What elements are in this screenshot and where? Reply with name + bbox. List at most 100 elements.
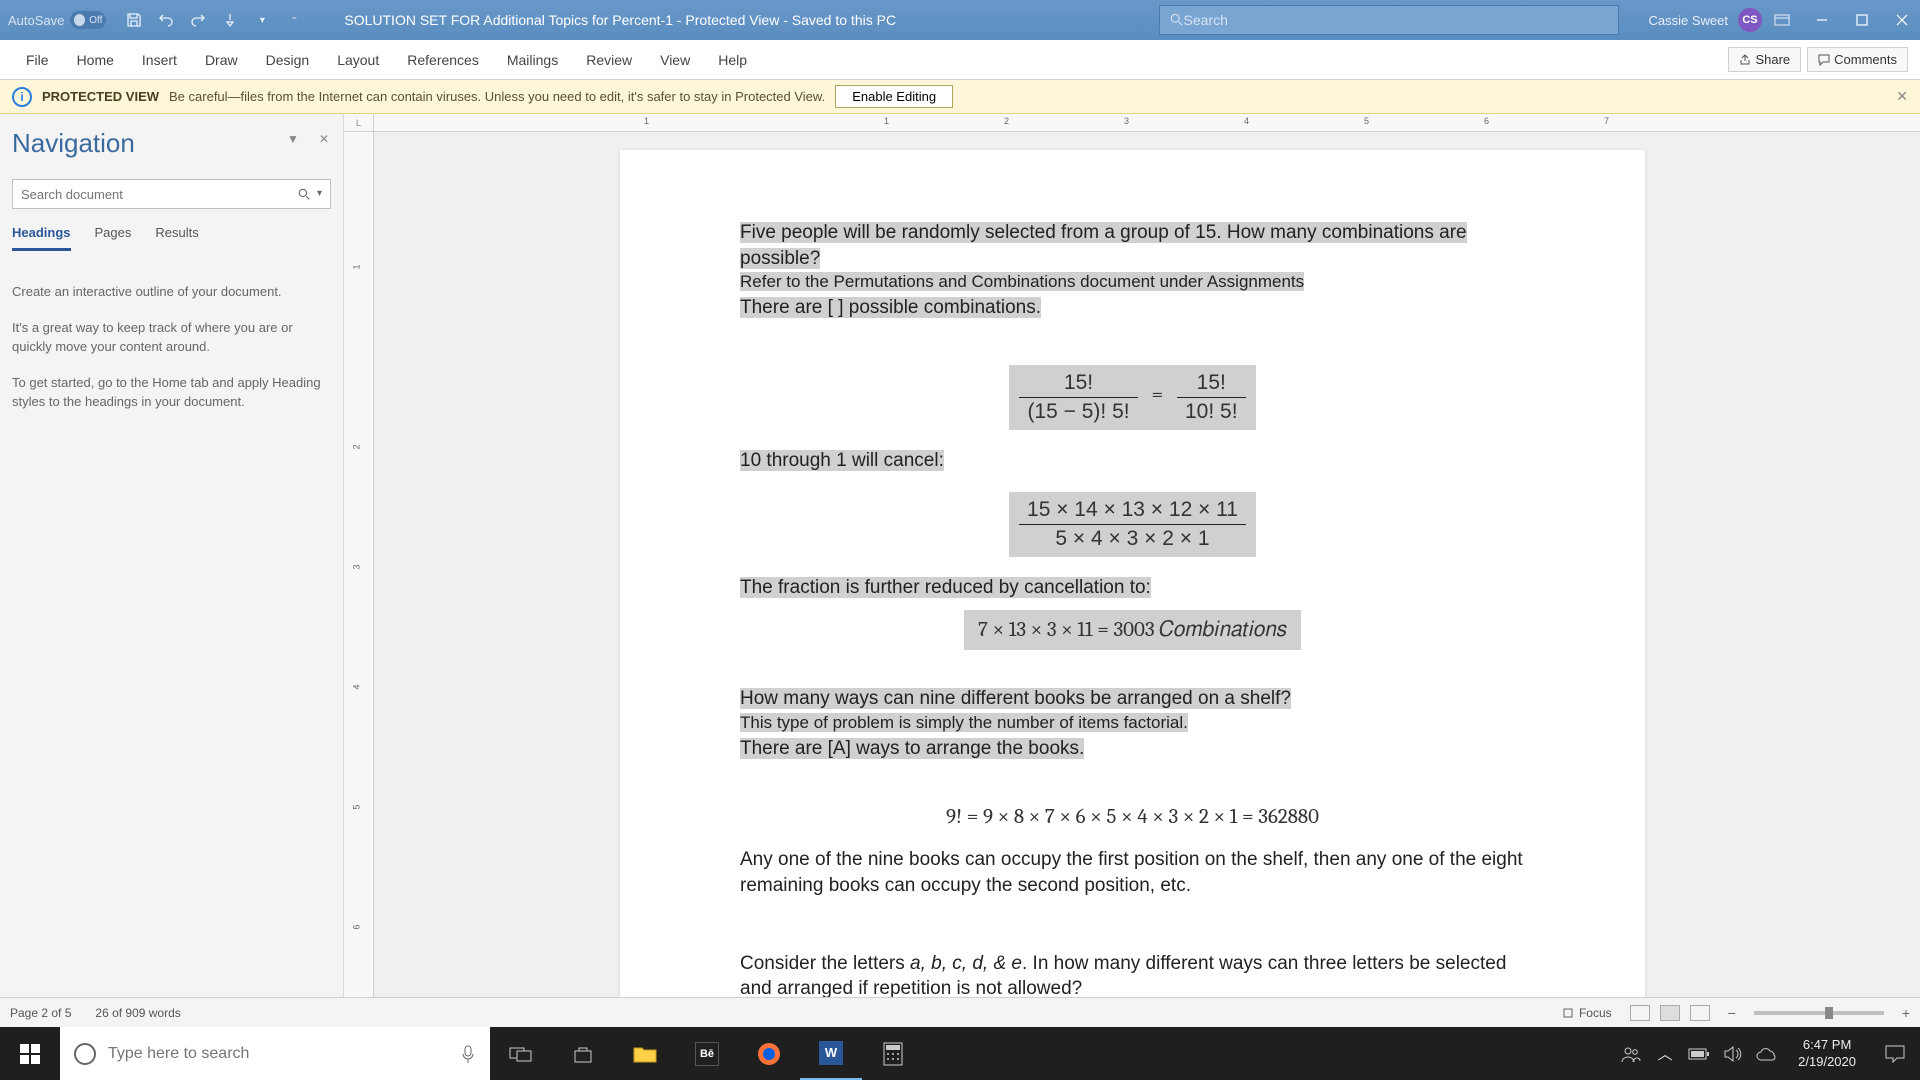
search-box[interactable] xyxy=(1159,5,1619,35)
title-bar: AutoSave Off ▾ ⁼ SOLUTION SET FOR Additi… xyxy=(0,0,1920,40)
nav-search-input[interactable] xyxy=(21,187,298,202)
taskbar-apps: Bē W xyxy=(490,1027,924,1080)
tab-draw[interactable]: Draw xyxy=(191,40,252,79)
user-name: Cassie Sweet xyxy=(1649,13,1728,28)
web-layout-icon[interactable] xyxy=(1690,1005,1710,1021)
share-button[interactable]: Share xyxy=(1728,47,1801,72)
cortana-icon[interactable] xyxy=(74,1043,96,1065)
autosave-label: AutoSave xyxy=(8,13,64,28)
protected-view-bar: i PROTECTED VIEW Be careful—files from t… xyxy=(0,80,1920,114)
tab-help[interactable]: Help xyxy=(704,40,761,79)
nav-close-icon[interactable]: ✕ xyxy=(319,132,329,146)
taskbar-search[interactable] xyxy=(60,1027,490,1080)
ruler-vtick: 4 xyxy=(352,684,362,689)
nav-tab-results[interactable]: Results xyxy=(155,225,198,251)
page-indicator[interactable]: Page 2 of 5 xyxy=(10,1006,71,1020)
protected-view-label: PROTECTED VIEW xyxy=(42,89,159,104)
search-input[interactable] xyxy=(1184,12,1608,28)
vertical-ruler[interactable]: 1 2 3 4 5 6 xyxy=(344,132,374,997)
notifications-icon[interactable] xyxy=(1870,1027,1920,1080)
focus-mode-button[interactable]: Focus xyxy=(1561,1006,1612,1020)
ribbon-display-icon[interactable] xyxy=(1772,10,1792,30)
explorer-icon[interactable] xyxy=(614,1027,676,1080)
nav-info-line: Create an interactive outline of your do… xyxy=(12,282,331,302)
nav-tab-headings[interactable]: Headings xyxy=(12,225,71,251)
word-count[interactable]: 26 of 909 words xyxy=(95,1006,180,1020)
user-avatar[interactable]: CS xyxy=(1738,8,1762,32)
share-label: Share xyxy=(1755,52,1790,67)
date: 2/19/2020 xyxy=(1798,1054,1856,1071)
onedrive-icon[interactable] xyxy=(1750,1027,1784,1080)
save-icon[interactable] xyxy=(124,10,144,30)
tab-view[interactable]: View xyxy=(646,40,704,79)
tab-home[interactable]: Home xyxy=(63,40,128,79)
doc-text: The fraction is further reduced by cance… xyxy=(740,577,1151,598)
volume-icon[interactable] xyxy=(1716,1027,1750,1080)
nav-tab-pages[interactable]: Pages xyxy=(95,225,132,251)
toggle-state: Off xyxy=(89,15,102,26)
nav-search-icon[interactable] xyxy=(298,188,311,201)
read-mode-icon[interactable] xyxy=(1630,1005,1650,1021)
nav-dropdown-icon[interactable]: ▼ xyxy=(287,132,299,146)
tab-insert[interactable]: Insert xyxy=(128,40,191,79)
ribbon-tabs: File Home Insert Draw Design Layout Refe… xyxy=(0,40,1920,80)
firefox-icon[interactable] xyxy=(738,1027,800,1080)
undo-icon[interactable] xyxy=(156,10,176,30)
task-view-icon[interactable] xyxy=(490,1027,552,1080)
fraction: 15 × 14 × 13 × 12 × 11 5 × 4 × 3 × 2 × 1 xyxy=(1019,498,1246,551)
close-protected-bar-icon[interactable]: ✕ xyxy=(1896,88,1908,105)
behance-icon[interactable]: Bē xyxy=(676,1027,738,1080)
doc-text: Refer to the Permutations and Combinatio… xyxy=(740,272,1304,291)
battery-icon[interactable] xyxy=(1682,1027,1716,1080)
minimize-icon[interactable] xyxy=(1812,10,1832,30)
enable-editing-button[interactable]: Enable Editing xyxy=(835,85,953,108)
tab-file[interactable]: File xyxy=(12,40,63,79)
touch-mode-icon[interactable] xyxy=(220,10,240,30)
nav-search-dropdown-icon[interactable]: ▾ xyxy=(317,188,322,201)
doc-text: 10 through 1 will cancel: xyxy=(740,450,944,471)
toggle-switch[interactable]: Off xyxy=(70,11,106,29)
equation: 9! = 9 × 8 × 7 × 6 × 5 × 4 × 3 × 2 × 1 =… xyxy=(946,805,1319,829)
horizontal-ruler[interactable]: 1 1 2 3 4 5 6 7 xyxy=(374,114,1920,132)
tab-design[interactable]: Design xyxy=(252,40,324,79)
print-layout-icon[interactable] xyxy=(1660,1005,1680,1021)
tab-layout[interactable]: Layout xyxy=(323,40,393,79)
page-scroll[interactable]: Five people will be randomly selected fr… xyxy=(344,132,1920,997)
tray-chevron-icon[interactable]: ︿ xyxy=(1648,1027,1682,1080)
comments-button[interactable]: Comments xyxy=(1807,47,1908,72)
navigation-title: Navigation xyxy=(12,128,331,159)
people-icon[interactable] xyxy=(1614,1027,1648,1080)
mic-icon[interactable] xyxy=(460,1044,476,1064)
start-button[interactable] xyxy=(0,1027,60,1080)
status-bar: Page 2 of 5 26 of 909 words Focus − + xyxy=(0,997,1920,1027)
ruler-tick: 1 xyxy=(884,116,889,126)
doc-text: Any one of the nine books can occupy the… xyxy=(740,849,1523,896)
store-icon[interactable] xyxy=(552,1027,614,1080)
maximize-icon[interactable] xyxy=(1852,10,1872,30)
zoom-out-icon[interactable]: − xyxy=(1728,1005,1736,1021)
doc-text: Consider the letters xyxy=(740,953,910,974)
nav-search-box[interactable]: ▾ xyxy=(12,179,331,209)
qat-customize-icon[interactable]: ⁼ xyxy=(284,10,304,30)
taskbar-search-input[interactable] xyxy=(108,1045,448,1063)
clock[interactable]: 6:47 PM 2/19/2020 xyxy=(1784,1037,1870,1071)
doc-text: This type of problem is simply the numbe… xyxy=(740,713,1188,732)
fraction: 15! (15 − 5)! 5! xyxy=(1019,371,1137,424)
zoom-in-icon[interactable]: + xyxy=(1902,1005,1910,1021)
word-icon[interactable]: W xyxy=(800,1027,862,1080)
tab-review[interactable]: Review xyxy=(572,40,646,79)
ruler-vtick: 5 xyxy=(352,804,362,809)
tab-mailings[interactable]: Mailings xyxy=(493,40,572,79)
zoom-slider[interactable] xyxy=(1754,1011,1884,1015)
doc-text: How many ways can nine different books b… xyxy=(740,688,1291,709)
qat-dropdown-icon[interactable]: ▾ xyxy=(252,10,272,30)
close-icon[interactable] xyxy=(1892,10,1912,30)
focus-icon xyxy=(1561,1006,1575,1020)
redo-icon[interactable] xyxy=(188,10,208,30)
autosave-toggle[interactable]: AutoSave Off xyxy=(8,11,106,29)
tab-references[interactable]: References xyxy=(393,40,493,79)
calculator-icon[interactable] xyxy=(862,1027,924,1080)
document-title: SOLUTION SET FOR Additional Topics for P… xyxy=(344,12,1158,28)
zoom-thumb[interactable] xyxy=(1825,1007,1833,1019)
doc-text: There are [A] ways to arrange the books. xyxy=(740,738,1084,759)
